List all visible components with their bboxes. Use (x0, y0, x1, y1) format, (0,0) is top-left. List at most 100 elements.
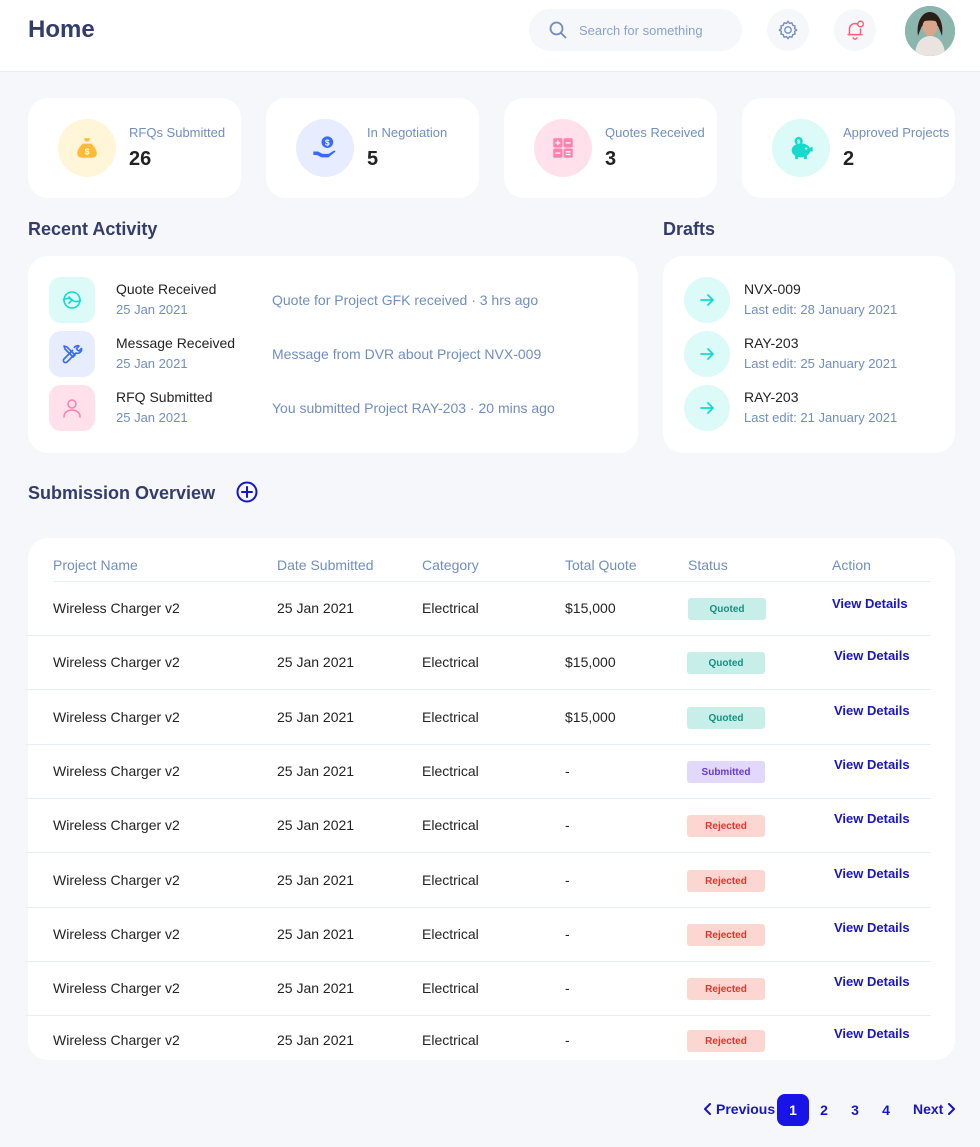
category-cell: Electrical (422, 600, 479, 616)
add-submission-button[interactable] (236, 481, 258, 503)
svg-text:$: $ (325, 139, 330, 148)
project-name-cell: Wireless Charger v2 (53, 600, 180, 616)
category-cell: Electrical (422, 926, 479, 942)
stat-card-quotes-received[interactable]: Quotes Received 3 (504, 98, 717, 198)
project-name-cell: Wireless Charger v2 (53, 872, 180, 888)
page-title: Home (28, 16, 95, 43)
column-header: Action (832, 557, 871, 573)
draft-last-edit: Last edit: 21 January 2021 (744, 410, 898, 425)
date-submitted-cell: 25 Jan 2021 (277, 980, 355, 996)
avatar-image (905, 6, 955, 56)
drafts-card: NVX-009 Last edit: 28 January 2021 RAY-203… (663, 256, 955, 453)
chevron-right-icon (948, 1103, 956, 1115)
view-details-link[interactable]: View Details (834, 703, 910, 718)
activity-date: 25 Jan 2021 (116, 356, 188, 371)
date-submitted-cell: 25 Jan 2021 (277, 709, 355, 725)
column-header: Category (422, 557, 479, 573)
avatar[interactable] (905, 6, 955, 56)
stat-card-approved-projects[interactable]: $ Approved Projects 2 (742, 98, 955, 198)
category-cell: Electrical (422, 817, 479, 833)
top-bar: Home (0, 0, 980, 72)
bell-icon (847, 20, 864, 40)
stat-value: 2 (843, 148, 855, 170)
view-details-link[interactable]: View Details (834, 920, 910, 935)
arrow-right-icon[interactable] (684, 385, 730, 431)
activity-date: 25 Jan 2021 (116, 302, 188, 317)
total-quote-cell: - (565, 763, 570, 779)
column-header: Total Quote (565, 557, 637, 573)
draft-last-edit: Last edit: 28 January 2021 (744, 302, 898, 317)
project-name-cell: Wireless Charger v2 (53, 709, 180, 725)
tools-icon (49, 331, 95, 377)
quote-received-icon (49, 277, 95, 323)
total-quote-cell: - (565, 926, 570, 942)
project-name-cell: Wireless Charger v2 (53, 980, 180, 996)
status-badge: Rejected (687, 924, 765, 946)
status-badge: Quoted (687, 652, 765, 674)
total-quote-cell: $15,000 (565, 600, 616, 616)
activity-title: RFQ Submitted (116, 389, 213, 405)
stat-label: RFQs Submitted (129, 125, 226, 140)
page-3-button[interactable]: 3 (839, 1094, 871, 1126)
stat-card-rfqs-submitted[interactable]: $ RFQs Submitted 26 (28, 98, 241, 198)
settings-button[interactable] (767, 9, 809, 51)
money-bag-icon: $ (58, 119, 116, 177)
date-submitted-cell: 25 Jan 2021 (277, 872, 355, 888)
stat-value: 5 (367, 148, 379, 170)
total-quote-cell: $15,000 (565, 654, 616, 670)
pagination-next-label: Next (913, 1101, 944, 1117)
project-name-cell: Wireless Charger v2 (53, 926, 180, 942)
total-quote-cell: $15,000 (565, 709, 616, 725)
view-details-link[interactable]: View Details (834, 866, 910, 881)
stat-card-in-negotiation[interactable]: $ In Negotiation 5 (266, 98, 479, 198)
date-submitted-cell: 25 Jan 2021 (277, 817, 355, 833)
arrow-right-icon[interactable] (684, 277, 730, 323)
status-badge: Quoted (688, 598, 766, 620)
recent-activity-card: Quote Received 25 Jan 2021 Quote for Proje… (28, 256, 638, 453)
view-details-link[interactable]: View Details (834, 974, 910, 989)
total-quote-cell: - (565, 1032, 570, 1048)
page-2-button[interactable]: 2 (808, 1094, 840, 1126)
page-1-button[interactable]: 1 (777, 1094, 809, 1126)
total-quote-cell: - (565, 817, 570, 833)
submission-overview-title: Submission Overview (28, 483, 216, 503)
search-box[interactable] (529, 9, 742, 51)
project-name-cell: Wireless Charger v2 (53, 1032, 180, 1048)
activity-title: Quote Received (116, 281, 217, 297)
view-details-link[interactable]: View Details (834, 757, 910, 772)
category-cell: Electrical (422, 709, 479, 725)
search-icon (549, 21, 567, 39)
category-cell: Electrical (422, 1032, 479, 1048)
total-quote-cell: - (565, 872, 570, 888)
category-cell: Electrical (422, 763, 479, 779)
date-submitted-cell: 25 Jan 2021 (277, 654, 355, 670)
view-details-link[interactable]: View Details (834, 648, 910, 663)
category-cell: Electrical (422, 980, 479, 996)
draft-name: RAY-203 (744, 389, 799, 405)
page-4-button[interactable]: 4 (870, 1094, 902, 1126)
view-details-link[interactable]: View Details (834, 1026, 910, 1041)
stat-label: Approved Projects (843, 125, 950, 140)
draft-name: NVX-009 (744, 281, 801, 297)
recent-activity-title: Recent Activity (28, 219, 158, 239)
view-details-link[interactable]: View Details (832, 596, 908, 611)
svg-text:$: $ (85, 147, 90, 157)
chevron-left-icon (704, 1103, 711, 1115)
activity-date: 25 Jan 2021 (116, 410, 188, 425)
stat-label: Quotes Received (605, 125, 705, 140)
date-submitted-cell: 25 Jan 2021 (277, 1032, 355, 1048)
activity-description: Quote for Project GFK received · 3 hrs a… (272, 292, 539, 308)
view-details-link[interactable]: View Details (834, 811, 910, 826)
stat-value: 26 (129, 148, 152, 170)
search-input[interactable] (579, 9, 729, 51)
date-submitted-cell: 25 Jan 2021 (277, 926, 355, 942)
pagination-next[interactable]: Next (913, 1101, 956, 1117)
notifications-button[interactable] (834, 9, 876, 51)
stat-label: In Negotiation (367, 125, 448, 140)
activity-description: You submitted Project RAY-203 · 20 mins … (272, 400, 555, 416)
draft-last-edit: Last edit: 25 January 2021 (744, 356, 898, 371)
status-badge: Submitted (687, 761, 765, 783)
pagination-previous[interactable]: Previous (703, 1101, 775, 1117)
activity-description: Message from DVR about Project NVX-009 (272, 346, 542, 362)
arrow-right-icon[interactable] (684, 331, 730, 377)
